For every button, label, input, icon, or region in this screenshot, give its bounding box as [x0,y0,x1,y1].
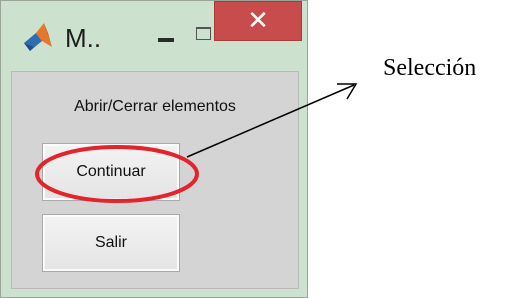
annotation-label: Selección [383,55,477,81]
continue-button[interactable]: Continuar [42,143,180,201]
dialog-client-area: Abrir/Cerrar elementos Continuar Salir [11,71,299,289]
title-bar[interactable]: M.. ✕ [1,1,307,63]
exit-button[interactable]: Salir [42,214,180,272]
minimize-button[interactable] [149,23,183,49]
dialog-window: M.. ✕ Abrir/Cerrar elementos Continuar S… [0,0,308,298]
close-button[interactable]: ✕ [214,1,302,41]
screenshot-stage: M.. ✕ Abrir/Cerrar elementos Continuar S… [0,0,512,298]
matlab-logo-icon [22,21,54,53]
window-title: M.. [65,23,102,53]
arrow-head-icon [337,83,358,100]
dialog-heading: Abrir/Cerrar elementos [74,98,236,115]
close-icon: ✕ [247,5,269,35]
